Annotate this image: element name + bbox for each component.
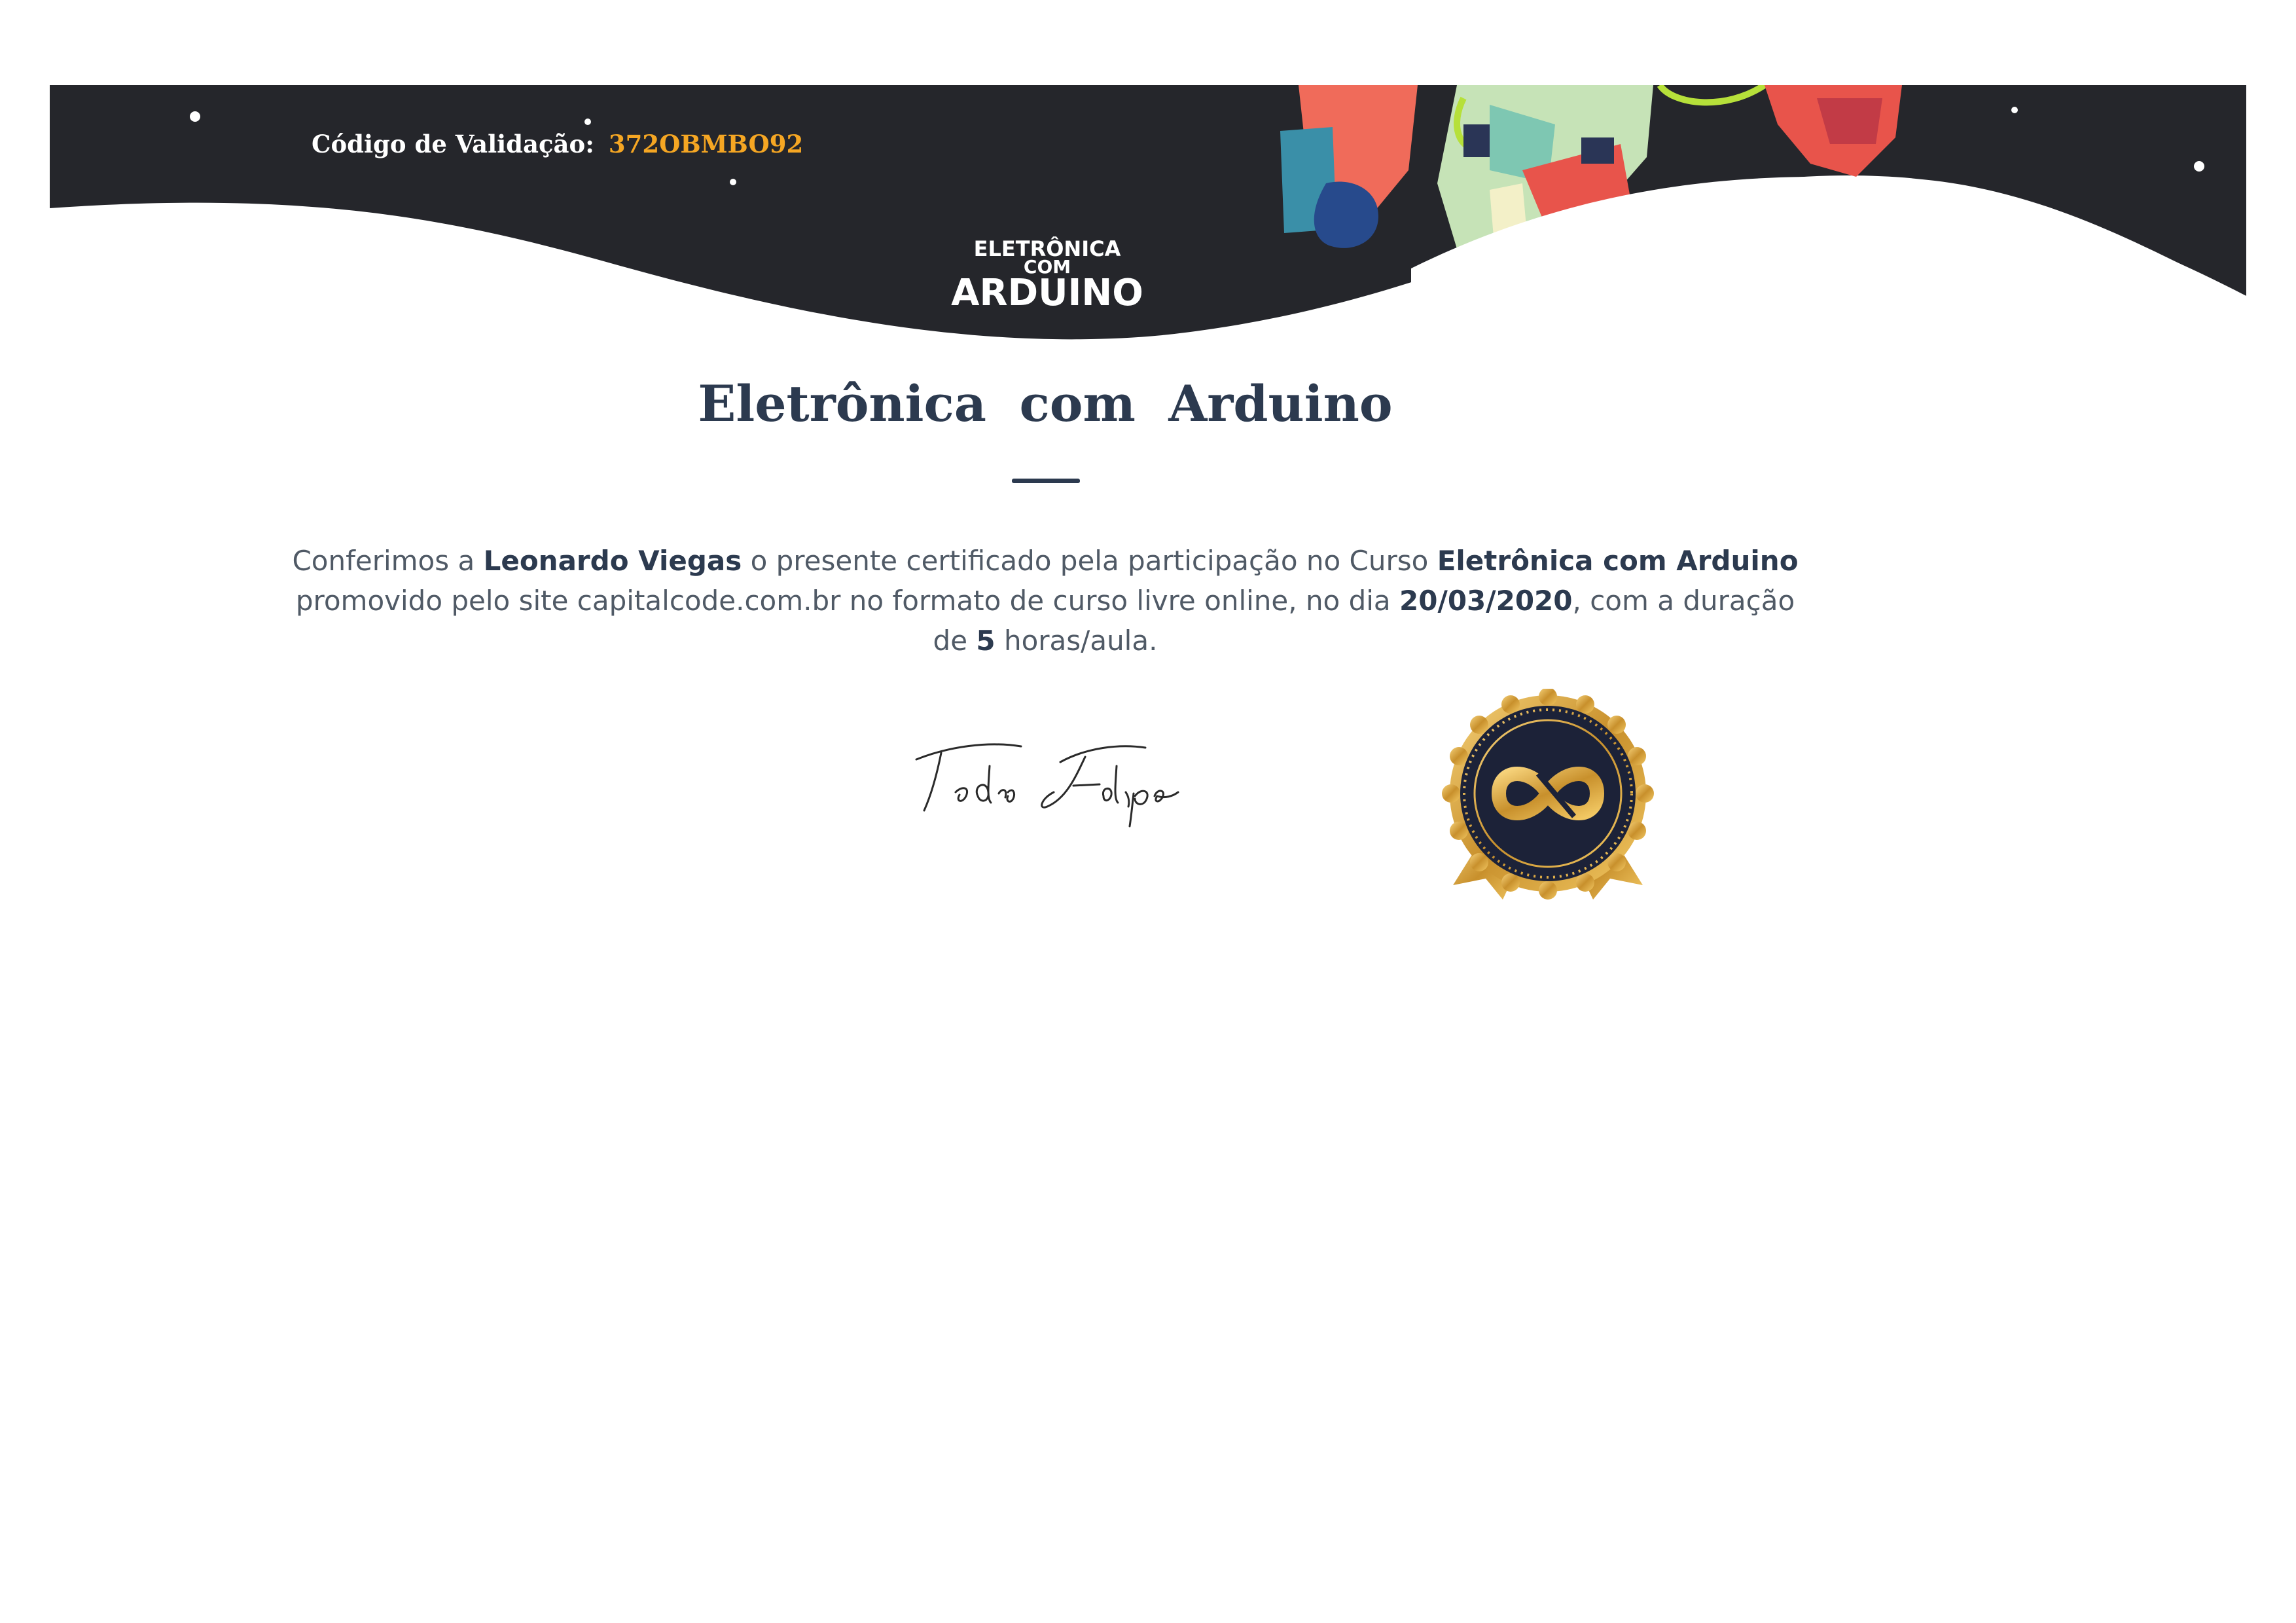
logo-line-3: ARDUINO: [951, 272, 1143, 314]
infinity-icon: [1442, 687, 1654, 900]
course-date: 20/03/2020: [1399, 585, 1573, 617]
validation-code: 372OBMBO92: [608, 130, 804, 158]
body-duration-suffix: horas/aula.: [995, 625, 1158, 657]
validation-label: Código de Validação:: [312, 130, 594, 158]
body-middle: o presente certificado pela participação…: [742, 545, 1437, 577]
certificate-title: Eletrônica com Arduino: [698, 374, 1393, 433]
signature: [910, 733, 1185, 831]
title-divider: [1012, 479, 1080, 483]
validation-code-line: Código de Validação: 372OBMBO92: [312, 130, 803, 158]
star: [190, 111, 200, 122]
certificate-page: Código de Validação: 372OBMBO92 ELETRÔNIC…: [0, 0, 2296, 1623]
body-promo: promovido pelo site capitalcode.com.br n…: [295, 585, 1400, 617]
handwritten-signature: [915, 743, 1179, 828]
student-name: Leonardo Viegas: [483, 545, 742, 577]
course-name: Eletrônica com Arduino: [1437, 545, 1799, 577]
body-intro: Conferimos a: [292, 545, 484, 577]
certificate-seal: [1440, 687, 1656, 905]
certificate-body: Conferimos a Leonardo Viegas o presente …: [288, 541, 1803, 661]
course-logo: ELETRÔNICA COM ARDUINO: [936, 238, 1158, 312]
course-hours: 5: [976, 625, 996, 657]
